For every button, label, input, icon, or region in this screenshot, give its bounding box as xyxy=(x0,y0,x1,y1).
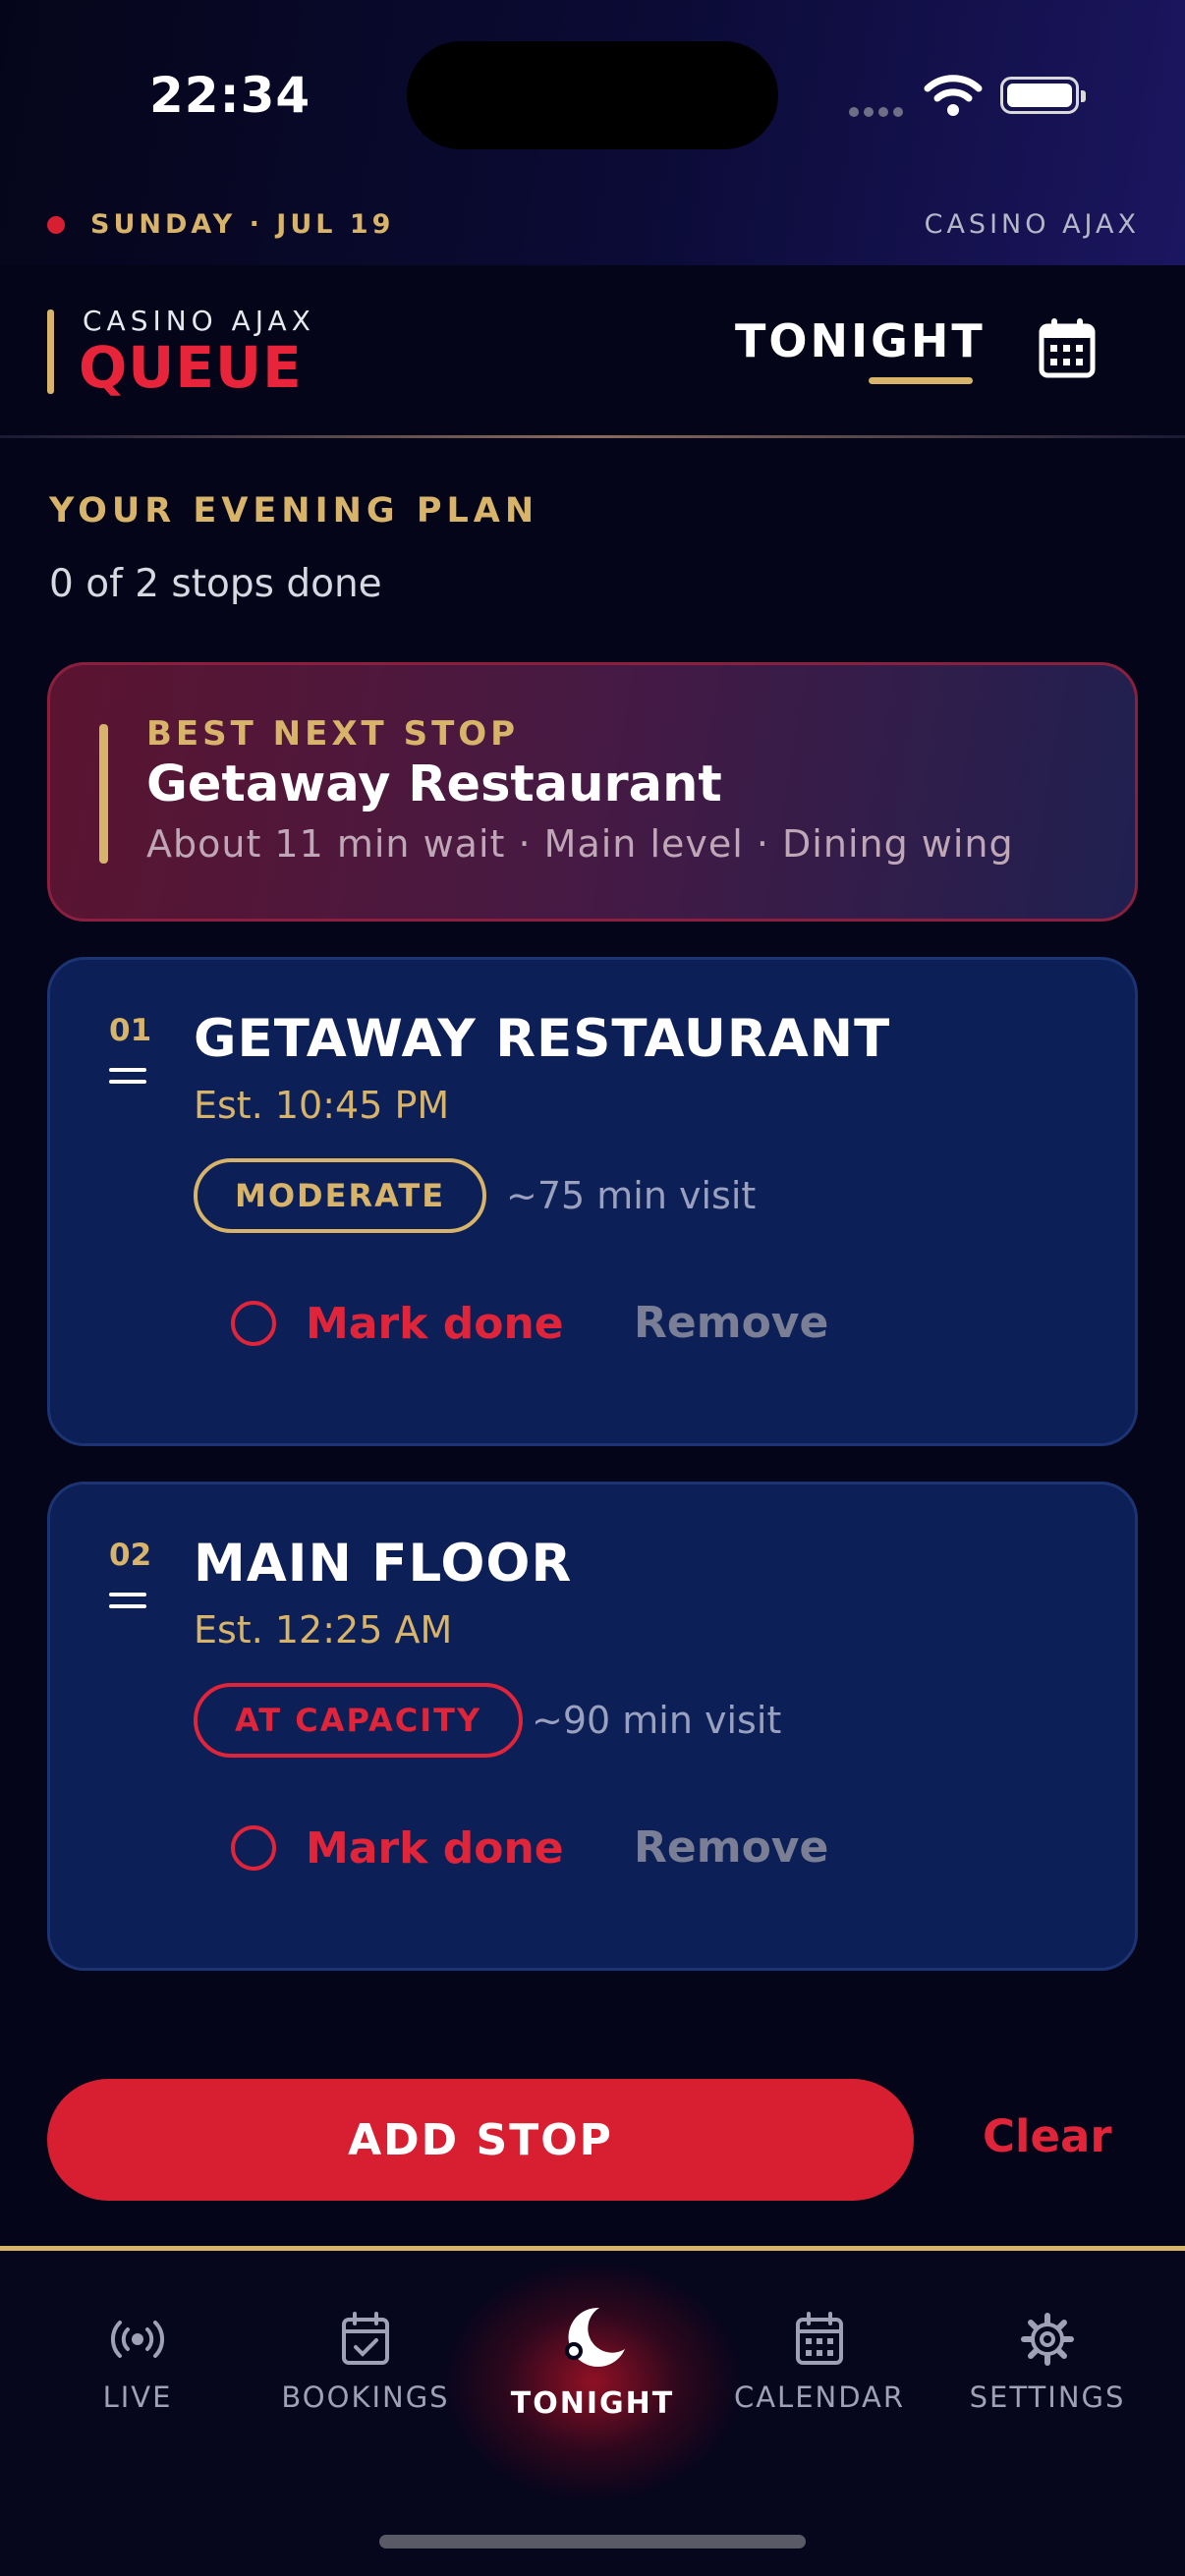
tab-label: TONIGHT xyxy=(510,2386,675,2421)
current-date: SUNDAY · JUL 19 xyxy=(90,209,395,240)
stop-estimate: Est. 10:45 PM xyxy=(194,1084,450,1127)
best-accent-bar xyxy=(99,724,108,864)
status-bar: 22:34 SUNDAY · JUL 19 CASINO AJAX xyxy=(0,0,1185,265)
brand-accent-bar xyxy=(47,309,54,394)
plan-heading: YOUR EVENING PLAN xyxy=(49,491,539,531)
mark-done-button[interactable]: Mark done xyxy=(231,1294,564,1353)
dynamic-island xyxy=(407,41,778,149)
stop-name: MAIN FLOOR xyxy=(194,1534,573,1594)
calendar-check-icon xyxy=(342,2312,389,2365)
wifi-icon xyxy=(924,75,983,116)
tab-settings[interactable]: SETTINGS xyxy=(939,2310,1156,2447)
cellular-signal-icon xyxy=(849,102,908,117)
stop-card[interactable]: 02 MAIN FLOOR Est. 12:25 AM AT CAPACITY … xyxy=(47,1482,1138,1971)
mark-done-label: Mark done xyxy=(306,1298,564,1349)
tab-live[interactable]: LIVE xyxy=(29,2310,246,2447)
stop-estimate: Est. 12:25 AM xyxy=(194,1608,453,1652)
remove-button[interactable]: Remove xyxy=(634,1819,828,1877)
brand-subtitle: CASINO AJAX xyxy=(83,305,315,337)
active-tab-indicator xyxy=(869,377,973,384)
visit-duration: ~90 min visit xyxy=(532,1699,782,1742)
date-row: SUNDAY · JUL 19 CASINO AJAX xyxy=(0,196,1185,255)
best-next-title: Getaway Restaurant xyxy=(146,756,722,813)
tab-label: LIVE xyxy=(102,2380,173,2414)
stop-card[interactable]: 01 GETAWAY RESTAURANT Est. 10:45 PM MODE… xyxy=(47,957,1138,1446)
tab-label: SETTINGS xyxy=(969,2380,1126,2414)
drag-handle-icon[interactable] xyxy=(109,1593,146,1610)
gear-icon xyxy=(1021,2313,1074,2366)
mark-done-button[interactable]: Mark done xyxy=(231,1819,564,1877)
stop-number: 02 xyxy=(109,1538,152,1573)
add-stop-button[interactable]: ADD STOP xyxy=(47,2079,914,2201)
plan-progress: 0 of 2 stops done xyxy=(49,562,382,606)
live-dot-icon xyxy=(47,216,65,234)
tab-calendar[interactable]: CALENDAR xyxy=(711,2310,928,2447)
stop-number: 01 xyxy=(109,1013,152,1048)
brand-title: QUEUE xyxy=(79,334,303,401)
battery-icon xyxy=(1000,77,1086,114)
status-badge: AT CAPACITY xyxy=(194,1683,524,1758)
moon-icon xyxy=(565,2307,625,2367)
header-divider xyxy=(0,435,1185,438)
live-broadcast-icon xyxy=(110,2321,165,2358)
remove-button[interactable]: Remove xyxy=(634,1294,828,1353)
mark-done-label: Mark done xyxy=(306,1822,564,1874)
calendar-icon xyxy=(796,2312,843,2365)
clear-button[interactable]: Clear xyxy=(983,2110,1112,2162)
tab-tonight[interactable]: TONIGHT xyxy=(484,2307,701,2447)
tab-label: CALENDAR xyxy=(733,2380,906,2414)
home-indicator[interactable] xyxy=(379,2535,806,2548)
bottom-tab-bar: LIVE BOOKINGS TONIGHT CALENDAR SETTINGS xyxy=(0,2246,1185,2576)
circle-icon xyxy=(231,1825,276,1871)
status-time: 22:34 xyxy=(149,67,311,124)
drag-handle-icon[interactable] xyxy=(109,1068,146,1086)
calendar-icon[interactable] xyxy=(1032,312,1102,383)
best-next-label: BEST NEXT STOP xyxy=(146,714,520,754)
venue-name: CASINO AJAX xyxy=(924,209,1140,240)
best-next-stop-card[interactable]: BEST NEXT STOP Getaway Restaurant About … xyxy=(47,662,1138,922)
header-tab-tonight[interactable]: TONIGHT xyxy=(735,314,986,367)
stop-name: GETAWAY RESTAURANT xyxy=(194,1009,891,1069)
app-header: CASINO AJAX QUEUE TONIGHT xyxy=(0,265,1185,438)
tab-bookings[interactable]: BOOKINGS xyxy=(257,2310,474,2447)
tab-label: BOOKINGS xyxy=(281,2380,450,2414)
circle-icon xyxy=(231,1301,276,1346)
best-next-detail: About 11 min wait · Main level · Dining … xyxy=(146,822,1014,866)
status-badge: MODERATE xyxy=(194,1158,487,1233)
visit-duration: ~75 min visit xyxy=(506,1174,757,1217)
